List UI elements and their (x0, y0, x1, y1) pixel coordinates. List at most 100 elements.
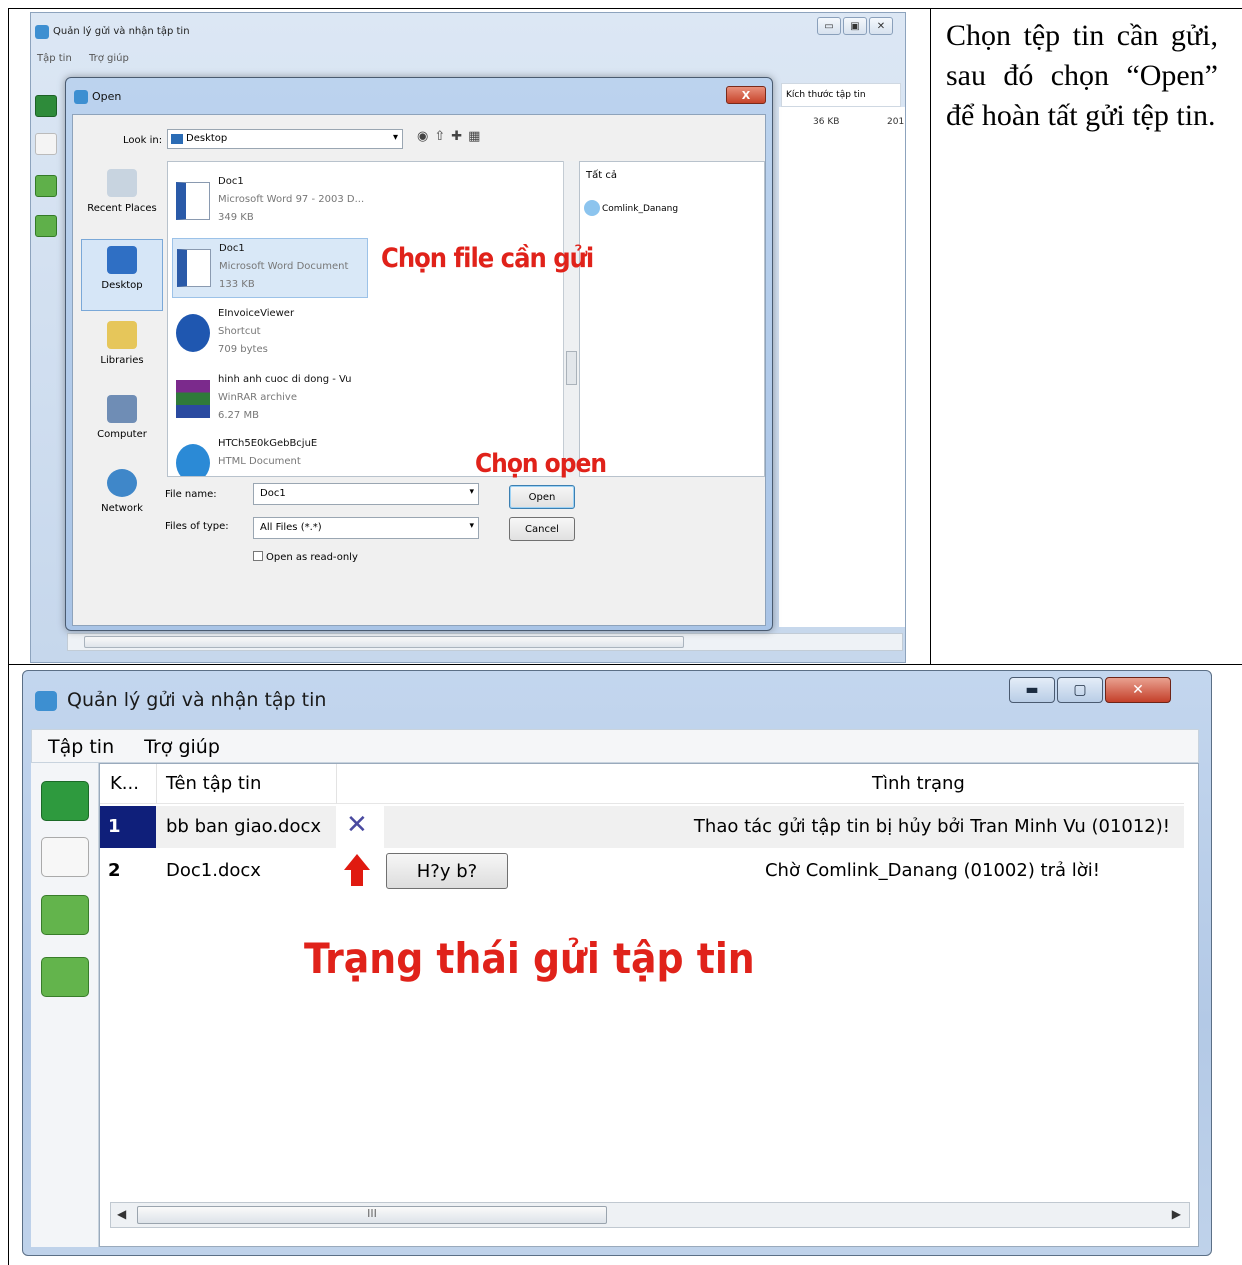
top-menubar: Tập tin Trợ giúp (31, 53, 905, 71)
chevron-down-icon: ▾ (392, 132, 398, 143)
row-status: Thao tác gửi tập tin bị hủy bởi Tran Min… (693, 816, 1170, 837)
file-type: WinRAR archive (218, 392, 297, 403)
place-network[interactable]: Network (81, 463, 163, 535)
excel-icon[interactable] (41, 781, 89, 821)
file-list: Doc1 Microsoft Word 97 - 2003 D... 349 K… (167, 161, 567, 477)
top-screenshot: Quản lý gửi và nhận tập tin ▭ ▣ ✕ Tập ti… (30, 12, 906, 663)
place-label: Recent Places (87, 203, 157, 214)
bottom-horizontal-scrollbar[interactable]: ◀ III ▶ (110, 1202, 1190, 1228)
menu-help[interactable]: Trợ giúp (89, 53, 129, 64)
cancel-file-icon[interactable] (41, 957, 89, 997)
menu-help[interactable]: Trợ giúp (144, 736, 220, 758)
list-item[interactable]: EInvoiceViewer Shortcut 709 bytes (172, 304, 368, 364)
close-icon[interactable]: ✕ (869, 17, 893, 35)
file-type-label: Files of type: (165, 521, 229, 532)
upload-arrow-icon (344, 854, 370, 888)
readonly-label: Open as read-only (266, 552, 358, 563)
bottom-toolbar (31, 763, 99, 1247)
top-window-controls: ▭ ▣ ✕ (817, 17, 893, 35)
look-in-label: Look in: (123, 135, 163, 146)
minimize-icon[interactable]: ▭ (817, 17, 841, 35)
table-row[interactable]: 1 bb ban giao.docx ✕ Thao tác gửi tập ti… (100, 806, 1184, 848)
row-status: Chờ Comlink_Danang (01002) trả lời! (764, 860, 1100, 881)
list-item[interactable]: hinh anh cuoc di dong - Vu WinRAR archiv… (172, 370, 368, 430)
dialog-app-icon (74, 90, 88, 104)
file-name: EInvoiceViewer (218, 308, 295, 319)
receive-file-icon[interactable] (35, 175, 57, 197)
top-toolbar (31, 75, 61, 245)
top-scroll-thumb[interactable] (84, 636, 684, 648)
html-ie-icon (176, 444, 210, 476)
new-folder-icon[interactable]: ✚ (451, 129, 468, 144)
scroll-right-icon[interactable]: ▶ (1172, 1207, 1181, 1221)
send-file-icon[interactable] (41, 837, 89, 877)
file-size: 349 KB (218, 212, 254, 223)
minimize-icon[interactable]: ▬ (1009, 677, 1055, 703)
send-file-icon[interactable] (35, 133, 57, 155)
user-icon (584, 200, 600, 216)
file-list-scroll-thumb[interactable] (566, 351, 577, 385)
column-separator (156, 764, 157, 804)
back-icon[interactable]: ◉ (417, 129, 434, 144)
col-name[interactable]: Tên tập tin (166, 773, 261, 794)
instruction-caption: Chọn tệp tin cần gửi, sau đó chọn “Open”… (946, 19, 1218, 132)
bottom-scroll-thumb[interactable]: III (137, 1206, 607, 1224)
scroll-left-icon[interactable]: ◀ (117, 1207, 126, 1221)
open-button[interactable]: Open (509, 485, 575, 509)
view-menu-icon[interactable]: ▦ (468, 129, 486, 144)
list-item[interactable]: HTCh5E0kGebBcjuE HTML Document (172, 434, 368, 476)
close-icon[interactable]: ✕ (1105, 677, 1171, 703)
file-name-input[interactable]: Doc1 ▾ (253, 483, 479, 505)
checkbox-icon (253, 551, 263, 561)
receive-file-icon[interactable] (41, 895, 89, 935)
table-row[interactable]: 2 Doc1.docx H?y b? Chờ Comlink_Danang (0… (100, 850, 1184, 892)
cancel-file-icon[interactable] (35, 215, 57, 237)
recipient-pane: Tất cả Comlink_Danang (579, 161, 765, 477)
cancelled-x-icon: ✕ (346, 810, 368, 840)
place-computer[interactable]: Computer (81, 389, 163, 461)
cancel-transfer-button[interactable]: H?y b? (386, 853, 508, 889)
place-recent[interactable]: Recent Places (81, 163, 163, 235)
place-desktop[interactable]: Desktop (81, 239, 163, 311)
cancel-button[interactable]: Cancel (509, 517, 575, 541)
row-file-name: Doc1.docx (166, 860, 261, 881)
up-folder-icon[interactable]: ⇧ (434, 129, 451, 144)
open-dialog-body: Look in: Desktop ▾ ◉⇧✚▦ Recent Places De… (72, 114, 766, 626)
row-number: 2 (108, 860, 121, 881)
file-list-scrollbar[interactable] (563, 161, 579, 477)
maximize-icon[interactable]: ▣ (843, 17, 867, 35)
top-horizontal-scrollbar[interactable] (67, 633, 903, 651)
file-name: hinh anh cuoc di dong - Vu (218, 374, 352, 385)
size-column-header[interactable]: Kích thước tập tin (781, 83, 901, 107)
excel-icon[interactable] (35, 95, 57, 117)
readonly-checkbox[interactable]: Open as read-only (253, 551, 358, 563)
recipient-entry[interactable]: Comlink_Danang (602, 204, 678, 214)
open-dialog: Open X Look in: Desktop ▾ ◉⇧✚▦ Recent Pl… (65, 77, 773, 631)
table-header: K... Tên tập tin Tình trạng (100, 764, 1184, 804)
menu-file[interactable]: Tập tin (48, 736, 114, 758)
col-k[interactable]: K... (110, 773, 139, 794)
menu-file[interactable]: Tập tin (37, 53, 72, 64)
network-icon (107, 469, 137, 497)
file-type-value: All Files (*.*) (260, 522, 322, 533)
file-name: HTCh5E0kGebBcjuE (218, 438, 318, 449)
file-type: Shortcut (218, 326, 261, 337)
maximize-icon[interactable]: ▢ (1057, 677, 1103, 703)
file-type-select[interactable]: All Files (*.*) ▾ (253, 517, 479, 539)
place-label: Computer (97, 429, 147, 440)
recipient-all[interactable]: Tất cả (586, 170, 617, 181)
bottom-window-controls: ▬ ▢ ✕ (1009, 677, 1171, 703)
list-item[interactable]: Doc1 Microsoft Word 97 - 2003 D... 349 K… (172, 172, 368, 232)
desktop-mini-icon (171, 134, 183, 144)
col-status[interactable]: Tình trạng (872, 773, 965, 794)
bottom-menubar: Tập tin Trợ giúp (31, 729, 1199, 763)
size-value-2: 201 (887, 117, 905, 127)
dialog-close-button[interactable]: X (726, 86, 766, 104)
word-icon (176, 182, 210, 220)
table-border-left (8, 8, 9, 1265)
recent-places-icon (107, 169, 137, 197)
list-item-selected[interactable]: Doc1 Microsoft Word Document 133 KB (172, 238, 368, 298)
file-name: Doc1 (219, 243, 245, 254)
place-libraries[interactable]: Libraries (81, 315, 163, 387)
look-in-dropdown[interactable]: Desktop ▾ (167, 129, 403, 149)
